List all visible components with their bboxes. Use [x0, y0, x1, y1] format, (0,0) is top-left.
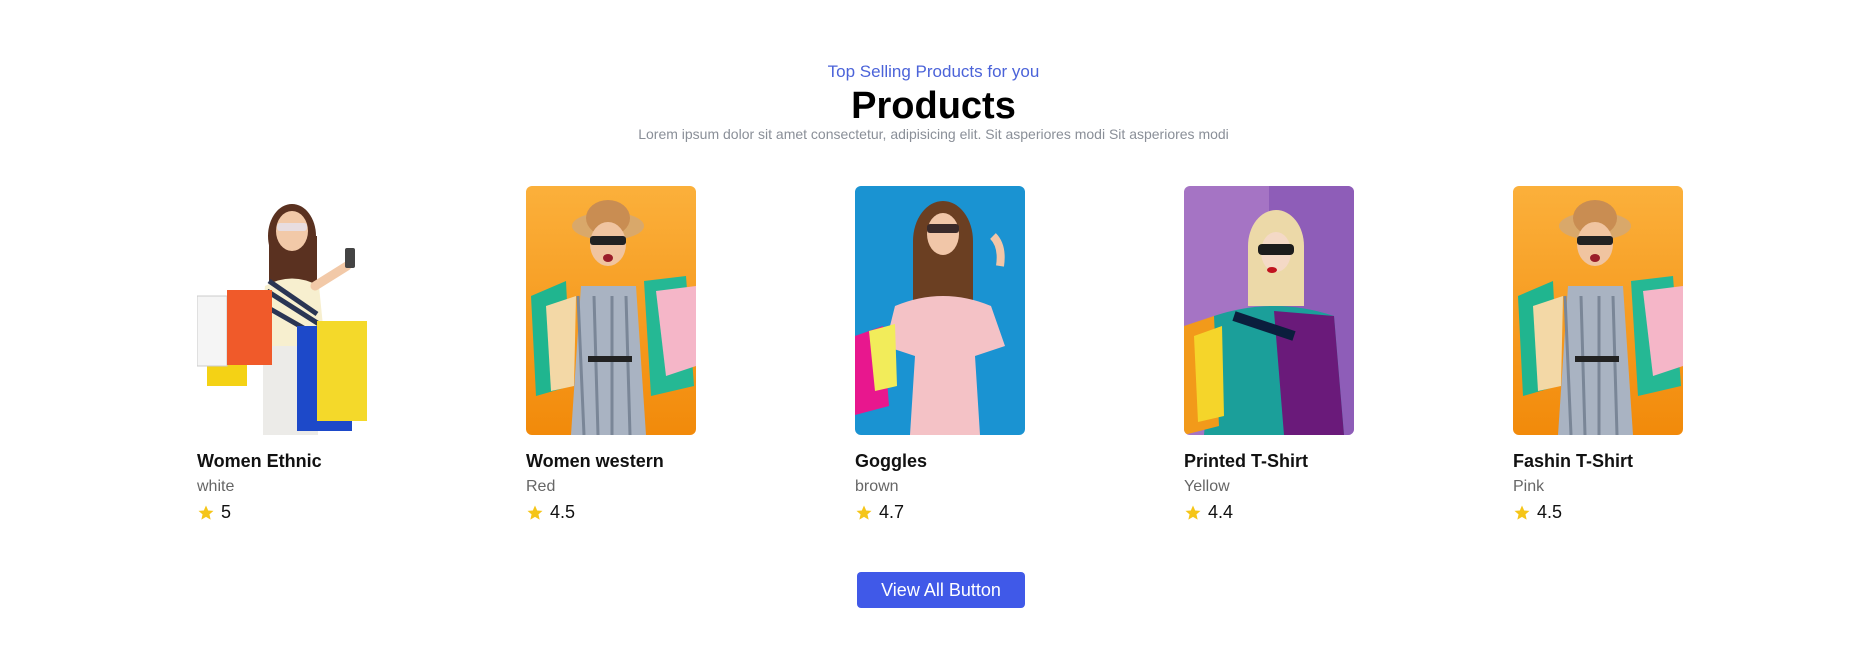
rating-value: 4.4 [1208, 502, 1234, 522]
rating-value: 5 [221, 502, 232, 522]
product-image[interactable] [855, 186, 1025, 435]
star-icon [856, 505, 872, 520]
product-card[interactable]: Printed T-Shirt Yellow 4.4 [1184, 186, 1354, 522]
rating-value: 4.7 [879, 502, 905, 522]
product-name[interactable]: Goggles [855, 451, 927, 472]
product-card[interactable]: Women western Red 4.5 [526, 186, 696, 522]
product-rating: 4.4 [1184, 502, 1233, 523]
product-rating: 5 [197, 502, 231, 523]
star-icon [198, 505, 214, 520]
product-name[interactable]: Women western [526, 451, 664, 472]
rating-value: 4.5 [1537, 502, 1563, 522]
product-image[interactable] [1513, 186, 1683, 435]
product-card[interactable]: Women Ethnic white 5 [197, 186, 367, 522]
product-name[interactable]: Fashin T-Shirt [1513, 451, 1633, 472]
product-color: white [197, 478, 235, 495]
product-name[interactable]: Printed T-Shirt [1184, 451, 1308, 472]
product-name[interactable]: Women Ethnic [197, 451, 322, 472]
product-rating: 4.5 [526, 502, 575, 523]
section-subtitle: Lorem ipsum dolor sit amet consectetur, … [638, 126, 1229, 142]
product-image[interactable] [526, 186, 696, 435]
product-color: Pink [1513, 478, 1545, 495]
product-image[interactable] [197, 186, 367, 435]
product-color: Yellow [1184, 478, 1230, 495]
rating-value: 4.5 [550, 502, 576, 522]
star-icon [1514, 505, 1530, 520]
star-icon [1185, 505, 1201, 520]
section-eyebrow: Top Selling Products for you [827, 62, 1040, 81]
product-rating: 4.7 [855, 502, 904, 523]
product-card[interactable]: Fashin T-Shirt Pink 4.5 [1513, 186, 1683, 522]
product-card[interactable]: Goggles brown 4.7 [855, 186, 1025, 522]
star-icon [527, 505, 543, 520]
view-all-button[interactable]: View All Button [857, 572, 1025, 608]
product-color: Red [526, 478, 556, 495]
product-image[interactable] [1184, 186, 1354, 435]
product-rating: 4.5 [1513, 502, 1562, 523]
page-title: Products [851, 85, 1016, 127]
product-color: brown [855, 478, 899, 495]
